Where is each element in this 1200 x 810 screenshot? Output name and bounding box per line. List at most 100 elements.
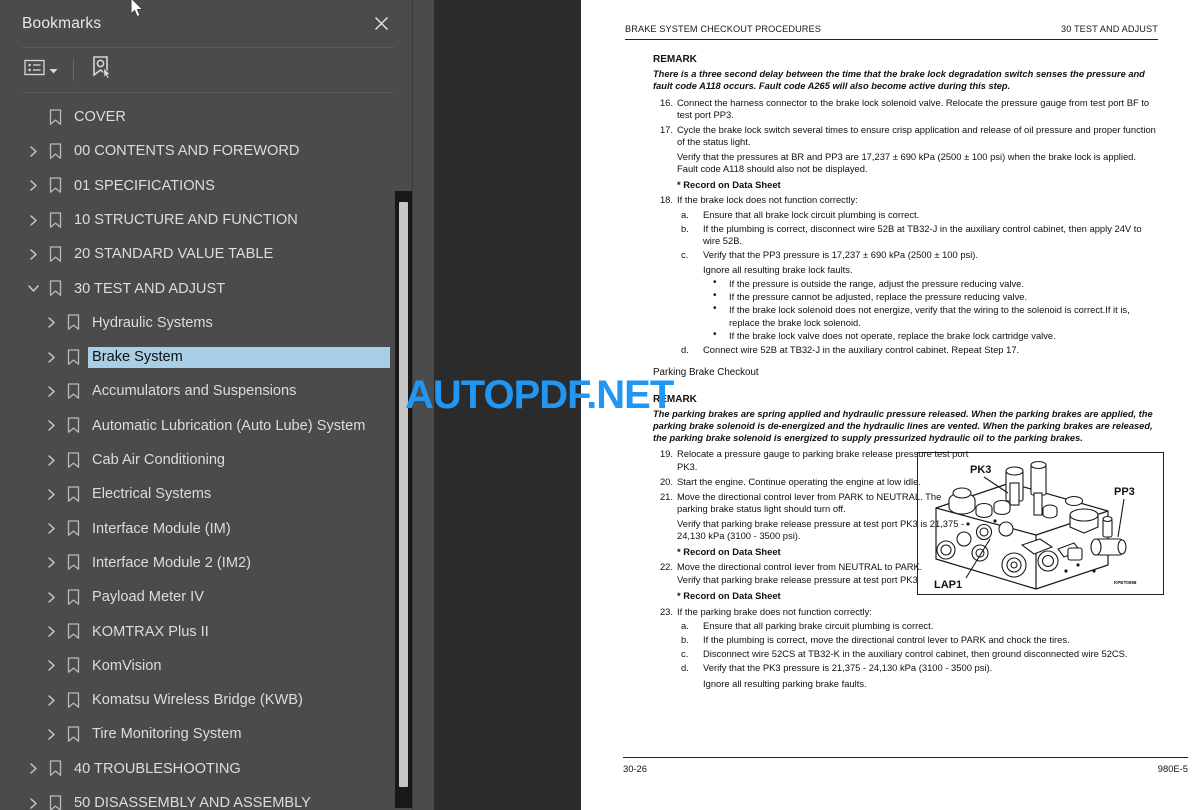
chevron-right-icon[interactable] [40,306,62,340]
bookmark-icon [44,794,66,810]
bookmark-icon [44,760,66,777]
chevron-down-icon[interactable] [22,271,44,305]
step-17-text: Cycle the brake lock switch several time… [677,123,1156,147]
step-18a-marker: a. [681,208,689,220]
list-options-icon [24,59,45,81]
bookmark-item-label: COVER [74,109,126,126]
step-23c: c. Disconnect wire 52CS at TB32-K in the… [677,648,1158,660]
bookmark-item[interactable]: Tire Monitoring System [0,717,412,751]
step-18c-bullets: If the pressure is outside the range, ad… [703,277,1158,342]
bookmark-item[interactable]: Electrical Systems [0,477,412,511]
chevron-down-icon [49,61,58,79]
bookmark-icon [44,177,66,194]
bookmark-item-label: Tire Monitoring System [92,726,242,743]
step-23-number: 23. [659,605,673,617]
bookmark-icon [62,520,84,537]
bookmark-tree: COVER 00 CONTENTS AND FOREWORD 01 SPECIFIC… [0,93,412,810]
page-body: REMARK There is a three second delay bet… [611,53,1170,690]
step-18: 18. If the brake lock does not function … [653,194,1158,356]
scrollbar-thumb[interactable] [399,201,408,787]
new-bookmark-button[interactable] [86,55,116,85]
step-22-number: 22. [659,561,673,573]
bookmark-icon [62,383,84,400]
chevron-right-icon[interactable] [40,717,62,751]
panel-splitter[interactable] [413,0,434,810]
chevron-right-icon[interactable] [22,203,44,237]
chevron-right-icon[interactable] [40,683,62,717]
chevron-right-icon[interactable] [40,614,62,648]
chevron-right-icon[interactable] [22,237,44,271]
step-17-number: 17. [659,123,673,135]
bookmark-item[interactable]: Komatsu Wireless Bridge (KWB) [0,683,412,717]
bookmark-item[interactable]: KOMTRAX Plus II [0,614,412,648]
step-21-record-note: * Record on Data Sheet [677,546,781,558]
page-header: BRAKE SYSTEM CHECKOUT PROCEDURES 30 TEST… [611,24,1170,34]
step-23b-text: If the plumbing is correct, move the dir… [703,634,1070,646]
chevron-right-icon[interactable] [40,580,62,614]
chevron-right-icon[interactable] [40,649,62,683]
chevron-right-icon[interactable] [40,443,62,477]
step-18a: a. Ensure that all brake lock circuit pl… [677,209,1158,221]
bookmark-icon [62,623,84,640]
step-23: 23. If the parking brake does not functi… [653,606,1158,690]
bookmark-tree-scrollbar[interactable] [395,190,412,808]
bookmark-item[interactable]: Interface Module (IM) [0,512,412,546]
step-23c-marker: c. [681,648,689,660]
chevron-right-icon[interactable] [40,546,62,580]
bookmark-item[interactable]: Brake System [0,340,412,374]
bookmark-icon [62,589,84,606]
chevron-right-icon[interactable] [40,512,62,546]
steps-list-23: 23. If the parking brake does not functi… [653,606,1158,690]
chevron-right-icon[interactable] [22,169,44,203]
chevron-right-icon[interactable] [40,340,62,374]
step-21: 21. Move the directional control lever f… [653,491,971,559]
step-20-text: Start the engine. Continue operating the… [677,475,921,487]
step-16-number: 16. [659,96,673,108]
bookmark-item[interactable]: Interface Module 2 (IM2) [0,546,412,580]
step-19-text: Relocate a pressure gauge to parking bra… [677,448,969,472]
list-options-button[interactable] [22,55,61,85]
bookmark-item[interactable]: Cab Air Conditioning [0,443,412,477]
bookmark-item[interactable]: 00 CONTENTS AND FOREWORD [0,134,412,168]
bookmark-item-label: Electrical Systems [92,486,212,503]
close-icon[interactable] [368,11,394,37]
chevron-right-icon[interactable] [40,477,62,511]
chevron-right-icon[interactable] [22,752,44,786]
chevron-right-icon[interactable] [22,786,44,810]
header-rule [625,39,1158,40]
bookmark-item[interactable]: 20 STANDARD VALUE TABLE [0,237,412,271]
steps-list-parking: 19. Relocate a pressure gauge to parking… [653,448,971,573]
document-viewport[interactable]: BRAKE SYSTEM CHECKOUT PROCEDURES 30 TEST… [581,0,1200,810]
bookmark-item[interactable]: 10 STRUCTURE AND FUNCTION [0,203,412,237]
step-19-number: 19. [659,448,673,460]
bookmark-item[interactable]: 30 TEST AND ADJUST [0,271,412,305]
bookmark-item[interactable]: KomVision [0,649,412,683]
chevron-right-icon[interactable] [40,374,62,408]
step-18b-marker: b. [681,222,689,234]
step-23a-text: Ensure that all parking brake circuit pl… [703,620,934,632]
step-23d-marker: d. [681,662,689,674]
bookmark-item[interactable]: COVER [0,100,412,134]
panel-title: Bookmarks [22,14,102,32]
bookmark-item[interactable]: Automatic Lubrication (Auto Lube) System [0,409,412,443]
bookmark-item[interactable]: Accumulators and Suspensions [0,374,412,408]
chevron-right-icon[interactable] [40,409,62,443]
step-22: 22. Move the directional control lever f… [653,561,971,573]
bookmark-item-label: 30 TEST AND ADJUST [74,280,226,297]
bookmark-icon [62,486,84,503]
bookmark-item-label: 10 STRUCTURE AND FUNCTION [74,212,298,228]
bookmark-item[interactable]: 01 SPECIFICATIONS [0,169,412,203]
chevron-right-icon[interactable] [22,134,44,168]
bookmarks-panel: Bookmarks COVER 00 CONTENTS AND FOREWORD… [0,0,413,810]
bookmark-item[interactable]: Hydraulic Systems [0,306,412,340]
bookmark-item[interactable]: Payload Meter IV [0,580,412,614]
step-18a-text: Ensure that all brake lock circuit plumb… [703,208,920,220]
footer-rule [623,757,1188,758]
figure-code: KPET0068 [1114,580,1137,585]
bookmark-item-label: 40 TROUBLESHOOTING [74,760,241,777]
bookmark-item[interactable]: 50 DISASSEMBLY AND ASSEMBLY [0,786,412,810]
header-right-text: 30 TEST AND ADJUST [1061,24,1158,34]
bookmark-item[interactable]: 40 TROUBLESHOOTING [0,752,412,786]
bookmark-icon [44,280,66,297]
bookmark-item-label: Komatsu Wireless Bridge (KWB) [92,692,303,709]
